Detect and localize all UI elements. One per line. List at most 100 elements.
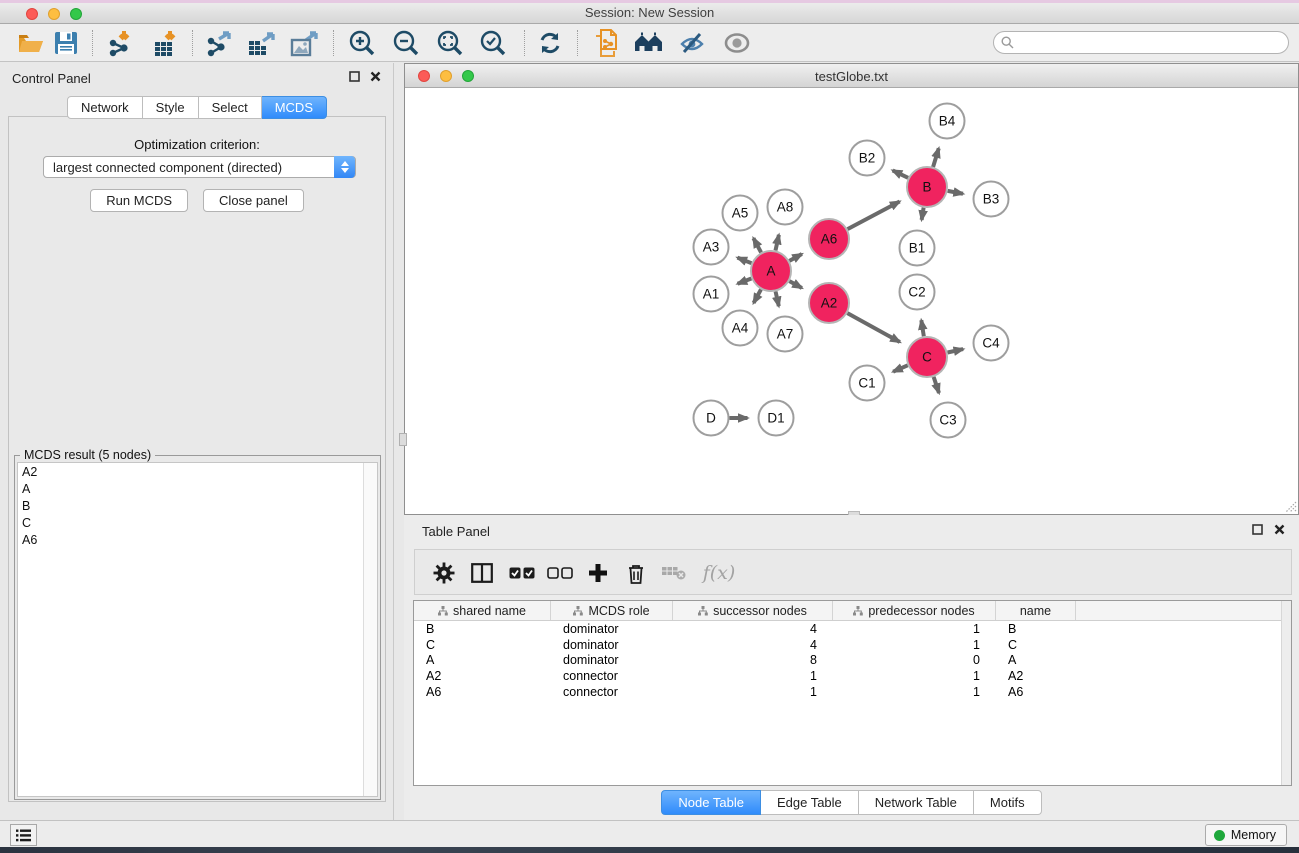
graph-node-A3[interactable]: A3 <box>694 230 729 265</box>
tab-edge-table[interactable]: Edge Table <box>761 790 859 815</box>
graph-edge-B-B4[interactable] <box>933 148 939 167</box>
result-list-item[interactable]: A2 <box>18 463 377 480</box>
graph-node-A2[interactable]: A2 <box>809 283 849 323</box>
result-list-item[interactable]: A <box>18 480 377 497</box>
tab-select[interactable]: Select <box>199 96 262 119</box>
graph-node-C2[interactable]: C2 <box>900 275 935 310</box>
table-cell-shared_name[interactable]: B <box>414 622 551 636</box>
graph-edge-A2-C[interactable] <box>847 313 899 342</box>
column-header-mcds-role[interactable]: MCDS role <box>551 601 673 620</box>
create-column-button[interactable] <box>581 557 615 589</box>
graph-node-A8[interactable]: A8 <box>768 190 803 225</box>
zoom-fit-button[interactable] <box>432 27 468 59</box>
graph-edge-B-B1[interactable] <box>922 208 924 220</box>
graph-edge-C-C4[interactable] <box>948 349 964 352</box>
table-cell-name[interactable]: A2 <box>996 669 1076 683</box>
graph-edge-A6-B[interactable] <box>848 202 900 230</box>
column-header-successor-nodes[interactable]: successor nodes <box>673 601 833 620</box>
column-header-predecessor-nodes[interactable]: predecessor nodes <box>833 601 996 620</box>
graph-node-D1[interactable]: D1 <box>759 401 794 436</box>
graph-edge-C-C1[interactable] <box>893 365 908 371</box>
home-layout-button[interactable] <box>631 27 667 59</box>
float-panel-icon[interactable] <box>349 71 360 82</box>
graph-node-C3[interactable]: C3 <box>931 403 966 438</box>
graph-node-A6[interactable]: A6 <box>809 219 849 259</box>
deselect-all-columns-button[interactable] <box>543 557 577 589</box>
table-cell-shared_name[interactable]: C <box>414 638 551 652</box>
tab-motifs[interactable]: Motifs <box>974 790 1042 815</box>
table-cell-mcds_role[interactable]: dominator <box>551 638 673 652</box>
table-cell-mcds_role[interactable]: dominator <box>551 653 673 667</box>
graph-edge-A-A4[interactable] <box>754 289 761 303</box>
tab-mcds[interactable]: MCDS <box>262 96 327 119</box>
table-cell-name[interactable]: A6 <box>996 685 1076 699</box>
table-row[interactable]: A6connector11A6 <box>414 684 1291 700</box>
graph-node-C4[interactable]: C4 <box>974 326 1009 361</box>
table-cell-predecessor_nodes[interactable]: 1 <box>833 638 996 652</box>
task-history-button[interactable] <box>10 824 37 846</box>
zoom-selected-button[interactable] <box>475 27 511 59</box>
graph-edge-A-A5[interactable] <box>753 238 761 252</box>
table-cell-mcds_role[interactable]: dominator <box>551 622 673 636</box>
import-network-button[interactable] <box>103 27 139 59</box>
result-list-scrollbar[interactable] <box>363 463 377 796</box>
table-cell-predecessor_nodes[interactable]: 1 <box>833 685 996 699</box>
tab-style[interactable]: Style <box>143 96 199 119</box>
export-network-button[interactable] <box>201 27 237 59</box>
table-cell-predecessor_nodes[interactable]: 1 <box>833 669 996 683</box>
graph-node-C[interactable]: C <box>907 337 947 377</box>
table-cell-name[interactable]: A <box>996 653 1076 667</box>
close-panel-icon[interactable] <box>370 71 381 82</box>
table-cell-predecessor_nodes[interactable]: 0 <box>833 653 996 667</box>
graph-edge-A-A6[interactable] <box>789 254 801 261</box>
function-builder-button[interactable]: f(x) <box>697 557 741 589</box>
graph-edge-C-C2[interactable] <box>921 320 923 336</box>
graph-edge-A-A3[interactable] <box>737 258 751 264</box>
result-list-item[interactable]: B <box>18 497 377 514</box>
zoom-in-button[interactable] <box>344 27 380 59</box>
graph-node-B3[interactable]: B3 <box>974 182 1009 217</box>
table-cell-successor_nodes[interactable]: 4 <box>673 622 833 636</box>
graph-edge-A-A1[interactable] <box>738 279 752 284</box>
table-cell-mcds_role[interactable]: connector <box>551 685 673 699</box>
graph-node-B[interactable]: B <box>907 167 947 207</box>
float-table-panel-icon[interactable] <box>1252 524 1263 535</box>
network-from-selection-button[interactable] <box>588 27 624 59</box>
table-cell-successor_nodes[interactable]: 1 <box>673 685 833 699</box>
select-all-columns-button[interactable] <box>505 557 539 589</box>
export-image-button[interactable] <box>287 27 323 59</box>
mcds-result-list[interactable]: A2ABCA6 <box>17 462 378 797</box>
result-list-item[interactable]: C <box>18 514 377 531</box>
graph-node-B4[interactable]: B4 <box>930 104 965 139</box>
table-row[interactable]: Adominator80A <box>414 653 1291 669</box>
graph-edge-A-A2[interactable] <box>789 281 801 288</box>
graph-edge-A-A8[interactable] <box>775 235 778 251</box>
network-window-titlebar[interactable]: testGlobe.txt <box>405 64 1298 88</box>
export-table-button[interactable] <box>244 27 280 59</box>
resize-grip-icon[interactable] <box>1284 500 1297 513</box>
table-cell-mcds_role[interactable]: connector <box>551 669 673 683</box>
run-mcds-button[interactable]: Run MCDS <box>90 189 188 212</box>
hide-graphics-details-button[interactable] <box>674 27 710 59</box>
table-cell-successor_nodes[interactable]: 1 <box>673 669 833 683</box>
graph-node-C1[interactable]: C1 <box>850 366 885 401</box>
delete-table-button[interactable] <box>657 557 691 589</box>
toggle-split-view-button[interactable] <box>465 557 499 589</box>
table-row[interactable]: Bdominator41B <box>414 621 1291 637</box>
network-canvas[interactable]: B4B2BB3A5A8A6B1A3AC2A1A2A4A7C4CC1C3DD1 <box>406 89 1297 514</box>
save-session-button[interactable] <box>48 27 84 59</box>
tab-network[interactable]: Network <box>67 96 143 119</box>
table-row[interactable]: A2connector11A2 <box>414 668 1291 684</box>
table-cell-successor_nodes[interactable]: 4 <box>673 638 833 652</box>
refresh-view-button[interactable] <box>532 27 568 59</box>
table-cell-shared_name[interactable]: A2 <box>414 669 551 683</box>
table-cell-shared_name[interactable]: A <box>414 653 551 667</box>
graph-edge-A-A7[interactable] <box>776 291 779 306</box>
graph-node-A1[interactable]: A1 <box>694 277 729 312</box>
graph-node-A7[interactable]: A7 <box>768 317 803 352</box>
open-file-button[interactable] <box>13 27 49 59</box>
import-table-button[interactable] <box>148 27 184 59</box>
zoom-out-button[interactable] <box>388 27 424 59</box>
graph-edge-C-C3[interactable] <box>934 377 939 393</box>
graph-node-B1[interactable]: B1 <box>900 231 935 266</box>
